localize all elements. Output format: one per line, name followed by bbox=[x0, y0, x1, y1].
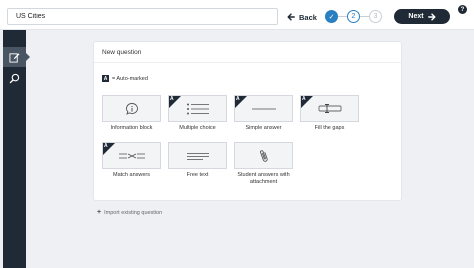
legend-text: = Auto-marked bbox=[112, 75, 148, 82]
tile-box[interactable]: A bbox=[102, 142, 161, 169]
search-icon bbox=[9, 73, 20, 83]
new-question-panel: New question A = Auto-marked Information… bbox=[93, 41, 402, 201]
tile-box[interactable]: A bbox=[168, 95, 227, 122]
tile-label: Multiple choice bbox=[179, 125, 216, 131]
plus-icon: + bbox=[97, 209, 102, 216]
tile-label: Fill the gaps bbox=[314, 125, 345, 131]
sidebar bbox=[3, 30, 26, 268]
line-icon bbox=[251, 108, 276, 109]
auto-marked-badge: A bbox=[104, 143, 108, 149]
text-cursor-icon bbox=[318, 103, 341, 113]
tile-label: Student answers with attachment bbox=[237, 172, 290, 185]
question-type-student-answers-with-attachment[interactable]: Student answers with attachment bbox=[234, 142, 293, 186]
back-label: Back bbox=[299, 12, 317, 22]
sidebar-item-edit[interactable] bbox=[3, 47, 26, 67]
lines-icon bbox=[186, 152, 209, 160]
question-type-match-answers[interactable]: A Match answers bbox=[102, 142, 161, 179]
tile-box[interactable]: A bbox=[300, 95, 359, 122]
step-indicator: ✓ 2 3 bbox=[325, 10, 382, 23]
tile-box[interactable] bbox=[234, 142, 293, 169]
back-button[interactable]: Back bbox=[287, 10, 317, 24]
auto-marked-legend: A = Auto-marked bbox=[102, 75, 148, 82]
next-button[interactable]: Next bbox=[394, 9, 450, 24]
question-type-multiple-choice[interactable]: A Multiple choice bbox=[168, 95, 227, 132]
top-bar: Back ✓ 2 3 Next ? bbox=[0, 0, 474, 30]
question-type-free-text[interactable]: Free text bbox=[168, 142, 227, 179]
step-connector bbox=[338, 16, 347, 17]
edit-icon bbox=[9, 52, 20, 63]
auto-marked-badge: A bbox=[236, 96, 240, 102]
question-type-information-block[interactable]: Information block bbox=[102, 95, 161, 132]
paperclip-icon bbox=[259, 149, 268, 162]
import-existing-question[interactable]: + Import existing question bbox=[97, 209, 162, 216]
auto-marked-badge: A bbox=[102, 75, 109, 82]
tile-label: Match answers bbox=[113, 172, 150, 178]
arrow-right-icon bbox=[427, 12, 436, 21]
tile-label: Free text bbox=[186, 172, 209, 178]
tile-label: Simple answer bbox=[245, 125, 282, 131]
tile-box[interactable]: A bbox=[234, 95, 293, 122]
step-2-current[interactable]: 2 bbox=[347, 10, 360, 23]
import-label: Import existing question bbox=[104, 209, 163, 216]
step-1-complete[interactable]: ✓ bbox=[325, 10, 338, 23]
match-icon bbox=[118, 153, 145, 158]
active-indicator bbox=[26, 53, 30, 61]
next-label: Next bbox=[408, 13, 424, 20]
step-connector bbox=[360, 16, 369, 17]
tile-box[interactable] bbox=[168, 142, 227, 169]
info-icon bbox=[125, 102, 138, 115]
question-type-fill-the-gaps[interactable]: A Fill the gaps bbox=[300, 95, 359, 132]
help-button[interactable]: ? bbox=[458, 5, 467, 14]
arrow-left-icon bbox=[287, 13, 295, 21]
auto-marked-badge: A bbox=[170, 96, 174, 102]
question-type-simple-answer[interactable]: A Simple answer bbox=[234, 95, 293, 132]
panel-title: New question bbox=[94, 42, 401, 63]
auto-marked-badge: A bbox=[302, 96, 306, 102]
list-icon bbox=[186, 103, 209, 114]
step-3[interactable]: 3 bbox=[369, 10, 382, 23]
tile-label: Information block bbox=[110, 125, 153, 131]
tile-box[interactable] bbox=[102, 95, 161, 122]
sidebar-item-search[interactable] bbox=[3, 68, 26, 88]
title-input[interactable] bbox=[7, 8, 278, 25]
